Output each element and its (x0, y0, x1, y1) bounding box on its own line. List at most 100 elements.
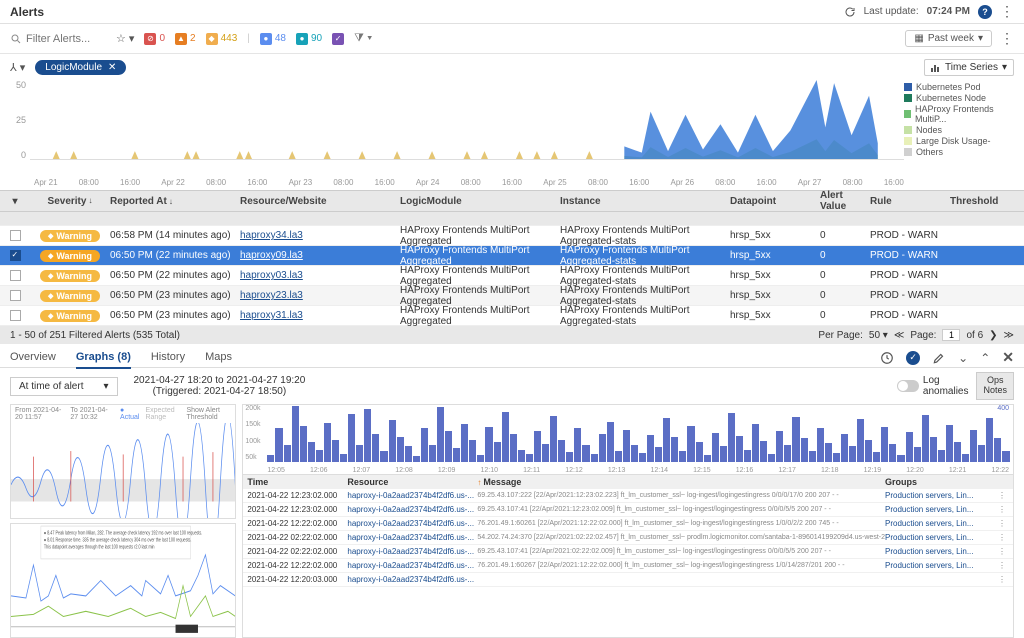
log-row-menu-icon[interactable]: ⋮ (995, 533, 1009, 542)
log-anomalies-toggle[interactable] (897, 380, 919, 392)
log-resource-link[interactable]: haproxy-i-0a2aad2374b4f2df6.us-... (347, 505, 477, 514)
timeseries-chart[interactable]: 50250 Apr 2108:0016:00Apr 2208:0016:00Ap… (0, 80, 1024, 190)
col-datapoint[interactable]: Datapoint (730, 196, 820, 207)
page-next-icon[interactable]: ❯ (989, 330, 997, 341)
log-resource-link[interactable]: haproxy-i-0a2aad2374b4f2df6.us-... (347, 491, 477, 500)
sev-blue-badge[interactable]: ●48 (260, 33, 286, 45)
log-row-menu-icon[interactable]: ⋮ (995, 575, 1009, 584)
date-range-selector[interactable]: ▦ Past week ▾ (905, 30, 992, 47)
log-groups-link[interactable] (885, 575, 995, 584)
page-last-icon[interactable]: ≫ (1004, 330, 1014, 341)
log-volume-chart[interactable]: 200k150k100k50k 400 12:0512:0612:0712:08… (243, 405, 1013, 475)
log-row[interactable]: 2021-04-22 02:22:02.000 haproxy-i-0a2aad… (243, 545, 1013, 559)
alertvalue-cell: 0 (820, 270, 870, 281)
log-time: 2021-04-22 12:22:02.000 (247, 561, 347, 570)
sev-cyan-badge[interactable]: ●90 (296, 33, 322, 45)
log-row-menu-icon[interactable]: ⋮ (995, 491, 1009, 500)
favorite-icon[interactable]: ☆ ▾ (116, 32, 134, 45)
row-checkbox[interactable] (10, 290, 21, 301)
table-row[interactable]: Warning 06:50 PM (22 minutes ago) haprox… (0, 246, 1024, 266)
time-context-dropdown[interactable]: At time of alert▾ (10, 377, 118, 396)
row-checkbox[interactable] (10, 310, 21, 321)
log-groups-link[interactable]: Production servers, Lin... (885, 533, 995, 542)
resource-link[interactable]: haproxy34.la3 (240, 230, 303, 241)
log-groups-link[interactable]: Production servers, Lin... (885, 519, 995, 528)
refresh-icon[interactable] (844, 6, 856, 18)
log-resource-link[interactable]: haproxy-i-0a2aad2374b4f2df6.us-... (347, 519, 477, 528)
table-row[interactable]: Warning 06:50 PM (22 minutes ago) haprox… (0, 266, 1024, 286)
log-groups-link[interactable]: Production servers, Lin... (885, 505, 995, 514)
sev-purple-badge[interactable]: ✓ (332, 33, 344, 45)
calendar-action-icon[interactable] (880, 351, 894, 365)
col-severity[interactable]: Severity↓ (30, 196, 110, 207)
remove-pill-icon[interactable]: ✕ (108, 62, 116, 73)
log-row-menu-icon[interactable]: ⋮ (995, 547, 1009, 556)
view-mode-selector[interactable]: Time Series ▾ (924, 59, 1014, 76)
row-checkbox[interactable] (10, 230, 21, 241)
col-logicmodule[interactable]: LogicModule (400, 196, 560, 207)
filter-more-icon[interactable]: ⋮ (1000, 30, 1014, 47)
log-row[interactable]: 2021-04-22 12:23:02.000 haproxy-i-0a2aad… (243, 489, 1013, 503)
more-menu-icon[interactable]: ⋮ (1000, 3, 1014, 20)
table-row[interactable]: Warning 06:58 PM (14 minutes ago) haprox… (0, 226, 1024, 246)
log-row[interactable]: 2021-04-22 12:23:02.000 haproxy-i-0a2aad… (243, 503, 1013, 517)
mini-chart-bottom[interactable]: ● 8.47 Peak latency from Milan, 282. The… (10, 523, 236, 638)
log-resource-link[interactable]: haproxy-i-0a2aad2374b4f2df6.us-... (347, 575, 477, 584)
col-rule[interactable]: Rule (870, 196, 950, 207)
tab-history[interactable]: History (151, 347, 185, 369)
tab-overview[interactable]: Overview (10, 347, 56, 369)
log-row[interactable]: 2021-04-22 12:22:02.000 haproxy-i-0a2aad… (243, 559, 1013, 573)
col-resource[interactable]: Resource/Website (240, 196, 400, 207)
edit-icon[interactable] (932, 351, 946, 365)
log-groups-link[interactable]: Production servers, Lin... (885, 491, 995, 500)
per-page-select[interactable]: 50 ▾ (869, 330, 888, 341)
table-row[interactable]: Warning 06:50 PM (23 minutes ago) haprox… (0, 286, 1024, 306)
help-icon[interactable]: ? (978, 5, 992, 19)
rule-cell: PROD - WARN (870, 250, 950, 261)
resource-link[interactable]: haproxy03.la3 (240, 270, 303, 281)
expand-all-icon[interactable]: ▾ (12, 196, 17, 207)
log-resource-link[interactable]: haproxy-i-0a2aad2374b4f2df6.us-... (347, 547, 477, 556)
resource-link[interactable]: haproxy23.la3 (240, 290, 303, 301)
sev-error-badge[interactable]: ▲2 (175, 33, 196, 45)
log-col-resource[interactable]: Resource (347, 477, 477, 487)
log-col-message[interactable]: ↑Message (477, 477, 885, 487)
mini-chart-top[interactable]: From 2021-04-20 11:57To 2021-04-27 10:32… (10, 404, 236, 519)
row-checkbox[interactable] (10, 270, 21, 281)
log-col-groups[interactable]: Groups (885, 477, 995, 487)
close-detail-icon[interactable]: ✕ (1002, 349, 1014, 366)
filter-funnel-icon[interactable]: ⧩ ▾ (354, 32, 372, 45)
page-first-icon[interactable]: ≪ (894, 330, 904, 341)
log-resource-link[interactable]: haproxy-i-0a2aad2374b4f2df6.us-... (347, 561, 477, 570)
col-instance[interactable]: Instance (560, 196, 730, 207)
filter-search-input[interactable] (26, 33, 106, 45)
log-row-menu-icon[interactable]: ⋮ (995, 561, 1009, 570)
resource-link[interactable]: haproxy09.la3 (240, 250, 303, 261)
log-row[interactable]: 2021-04-22 12:22:02.000 haproxy-i-0a2aad… (243, 517, 1013, 531)
page-input[interactable] (942, 329, 960, 341)
log-groups-link[interactable]: Production servers, Lin... (885, 561, 995, 570)
table-row[interactable]: Warning 06:50 PM (23 minutes ago) haprox… (0, 306, 1024, 326)
log-col-time[interactable]: Time (247, 477, 347, 487)
log-row-menu-icon[interactable]: ⋮ (995, 505, 1009, 514)
row-checkbox[interactable] (10, 250, 21, 261)
sev-critical-badge[interactable]: ⊘0 (144, 33, 165, 45)
col-reported[interactable]: Reported At↓ (110, 196, 240, 207)
group-tree-icon[interactable]: ⅄ ▾ (10, 61, 25, 74)
col-threshold[interactable]: Threshold (950, 196, 1010, 207)
col-alertvalue[interactable]: Alert Value (820, 190, 870, 212)
collapse-icon[interactable]: ⌄ (958, 351, 968, 365)
log-resource-link[interactable]: haproxy-i-0a2aad2374b4f2df6.us-... (347, 533, 477, 542)
ack-icon[interactable]: ✓ (906, 351, 920, 365)
resource-link[interactable]: haproxy31.la3 (240, 310, 303, 321)
expand-icon[interactable]: ⌃ (980, 351, 990, 365)
ops-notes-button[interactable]: OpsNotes (976, 372, 1014, 400)
sev-warning-badge[interactable]: ◆443 (206, 33, 238, 45)
log-row-menu-icon[interactable]: ⋮ (995, 519, 1009, 528)
tab-maps[interactable]: Maps (205, 347, 232, 369)
log-row[interactable]: 2021-04-22 12:20:03.000 haproxy-i-0a2aad… (243, 573, 1013, 587)
log-row[interactable]: 2021-04-22 02:22:02.000 haproxy-i-0a2aad… (243, 531, 1013, 545)
group-pill[interactable]: LogicModule ✕ (35, 60, 126, 75)
log-groups-link[interactable]: Production servers, Lin... (885, 547, 995, 556)
tab-graphs-[interactable]: Graphs (8) (76, 347, 131, 369)
